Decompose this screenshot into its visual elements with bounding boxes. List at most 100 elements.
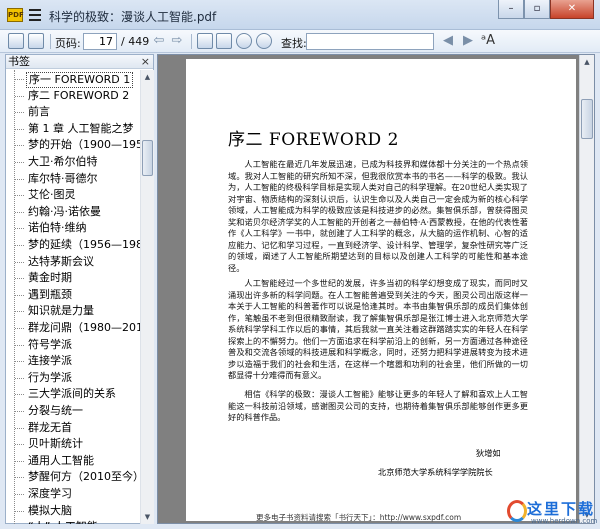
bookmark-item[interactable]: 连接学派 <box>6 352 140 370</box>
tree-connector <box>15 261 24 263</box>
bookmark-item[interactable]: 约翰·冯·诺依曼 <box>6 203 140 221</box>
bookmark-tree: 序一 FOREWORD 1 序二 FOREWORD 2 前言第 1 章 人工智能之梦… <box>6 70 140 524</box>
font-size-icon[interactable]: ᵃA <box>480 33 496 49</box>
bookmark-item[interactable]: 艾伦·图灵 <box>6 186 140 204</box>
bookmark-label: 分裂与统一 <box>28 404 83 417</box>
bookmark-item[interactable]: 通用人工智能 <box>6 452 140 470</box>
bookmark-label: 深度学习 <box>28 487 72 500</box>
bookmark-item[interactable]: “人” 人工智能 <box>6 518 140 524</box>
bookmark-label: 序一 FOREWORD 1 <box>26 72 134 88</box>
zoom-out-icon[interactable] <box>256 33 272 49</box>
bookmark-label: 达特茅斯会议 <box>28 254 94 268</box>
document-viewer[interactable]: 序二 FOREWORD 2 人工智能在最近几年发展迅速，已成为科技界和媒体都十分… <box>157 54 595 524</box>
bookmark-label: 贝叶斯统计 <box>28 437 83 451</box>
bookmark-label: 诺伯特·维纳 <box>28 221 87 235</box>
bookmark-label: 第 1 章 人工智能之梦 <box>28 121 134 135</box>
scroll-thumb[interactable] <box>581 99 593 139</box>
open-file-icon[interactable] <box>8 33 24 49</box>
bookmark-item[interactable]: 群龙无首 <box>6 419 140 437</box>
tree-connector <box>15 460 24 462</box>
bookmarks-scrollbar[interactable]: ▲ ▼ <box>140 70 154 524</box>
scroll-down-icon[interactable]: ▼ <box>141 510 154 524</box>
site-watermark: 这里下载 www.herdown.com <box>505 498 597 526</box>
fit-page-icon[interactable] <box>197 33 213 49</box>
bookmark-item[interactable]: 梦的开始（1900—1956） <box>6 136 140 154</box>
bookmark-item[interactable]: 序二 FOREWORD 2 <box>6 87 140 105</box>
bookmark-label: 遇到瓶颈 <box>28 287 72 301</box>
page-number-input[interactable] <box>83 33 117 50</box>
bookmark-item[interactable]: 黄金时期 <box>6 269 140 287</box>
menu-icon[interactable] <box>29 9 41 21</box>
bookmark-item[interactable]: 库尔特·哥德尔 <box>6 170 140 188</box>
close-button[interactable]: ✕ <box>550 0 594 19</box>
find-label: 查找: <box>281 37 307 50</box>
scroll-up-icon[interactable]: ▲ <box>141 70 154 84</box>
pdf-app-icon: PDF <box>7 8 24 22</box>
forward-arrow-icon[interactable]: ⇨ <box>169 33 185 49</box>
bookmark-item[interactable]: 深度学习 <box>6 485 140 503</box>
bookmark-item[interactable]: 第 1 章 人工智能之梦 <box>6 120 140 138</box>
bookmarks-panel: 书签 × 序一 FOREWORD 1 序二 FOREWORD 2 前言第 1 章 人… <box>5 54 154 524</box>
bookmark-item[interactable]: 行为学派 <box>6 369 140 387</box>
bookmark-label: 群龙问鼎（1980—2010） <box>28 321 140 334</box>
bookmarks-header: 书签 × <box>6 55 153 69</box>
find-input[interactable] <box>306 33 434 50</box>
document-scrollbar[interactable]: ▲ ▼ <box>579 55 594 523</box>
bookmark-item[interactable]: 三大学派间的关系 <box>6 385 140 403</box>
tree-connector <box>15 145 24 147</box>
zoom-in-icon[interactable] <box>236 33 252 49</box>
print-icon[interactable] <box>28 33 44 49</box>
tree-connector <box>15 162 24 163</box>
bookmark-item[interactable]: 序一 FOREWORD 1 <box>6 70 140 88</box>
bookmark-item[interactable]: 达特茅斯会议 <box>6 253 140 271</box>
tree-connector <box>15 294 24 296</box>
bookmark-label: “人” 人工智能 <box>26 520 100 524</box>
tree-connector <box>15 79 24 80</box>
paragraph-1: 人工智能在最近几年发展迅速，已成为科技界和媒体都十分关注的一个热点领域。我对人工… <box>228 159 528 273</box>
bookmark-item[interactable]: 符号学派 <box>6 336 140 354</box>
bookmark-item[interactable]: 诺伯特·维纳 <box>6 219 140 237</box>
minimize-button[interactable]: – <box>498 0 524 19</box>
scroll-thumb[interactable] <box>142 140 153 176</box>
toolbar: 页码: / 449 ⇦ ⇨ 查找: ◀ ▶ ᵃA <box>0 30 600 53</box>
bookmark-item[interactable]: 群龙问鼎（1980—2010） <box>6 319 140 337</box>
bookmark-item[interactable]: 前言 <box>6 103 140 121</box>
tree-connector <box>15 128 24 130</box>
bookmark-item[interactable]: 模拟大脑 <box>6 502 140 520</box>
page-heading: 序二 FOREWORD 2 <box>228 130 399 150</box>
bookmark-label: 黄金时期 <box>28 271 72 285</box>
watermark-url: www.herdown.com <box>531 517 598 525</box>
scroll-up-icon[interactable]: ▲ <box>580 55 594 70</box>
tree-connector <box>15 228 24 230</box>
window-title: 科学的极致：漫谈人工智能.pdf <box>49 10 217 24</box>
bookmark-label: 行为学派 <box>28 370 72 384</box>
bookmark-item[interactable]: 知识就是力量 <box>6 302 140 320</box>
tree-connector <box>15 494 24 495</box>
close-icon[interactable]: × <box>141 55 150 69</box>
bookmark-label: 前言 <box>28 105 50 119</box>
bookmark-label: 符号学派 <box>28 337 72 351</box>
tree-connector <box>15 427 24 429</box>
find-prev-icon[interactable]: ◀ <box>440 33 456 49</box>
bookmarks-title: 书签 <box>8 55 30 68</box>
back-arrow-icon[interactable]: ⇦ <box>151 33 167 49</box>
bookmark-label: 约翰·冯·诺依曼 <box>28 204 101 218</box>
tree-connector <box>15 361 24 363</box>
tree-connector <box>15 444 24 446</box>
bookmark-label: 梦的延续（1956—1980） <box>28 238 140 251</box>
fit-width-icon[interactable] <box>216 33 232 49</box>
paragraph-3: 相信《科学的极致：漫谈人工智能》能够让更多的年轻人了解和喜欢上人工智能这一科技前… <box>228 389 528 422</box>
tree-connector <box>15 245 24 246</box>
bookmark-item[interactable]: 梦的延续（1956—1980） <box>6 236 140 254</box>
bookmark-item[interactable]: 大卫·希尔伯特 <box>6 153 140 171</box>
bookmark-item[interactable]: 梦醒何方（2010至今） <box>6 468 140 486</box>
bookmark-item[interactable]: 遇到瓶颈 <box>6 286 140 304</box>
find-next-icon[interactable]: ▶ <box>460 33 476 49</box>
tree-connector <box>15 178 24 180</box>
restore-button[interactable]: ▫ <box>524 0 550 19</box>
bookmark-item[interactable]: 分裂与统一 <box>6 402 140 420</box>
bookmark-item[interactable]: 贝叶斯统计 <box>6 435 140 453</box>
tree-connector <box>15 195 24 197</box>
bookmark-label: 模拟大脑 <box>28 503 72 517</box>
bookmark-label: 群龙无首 <box>28 420 72 434</box>
